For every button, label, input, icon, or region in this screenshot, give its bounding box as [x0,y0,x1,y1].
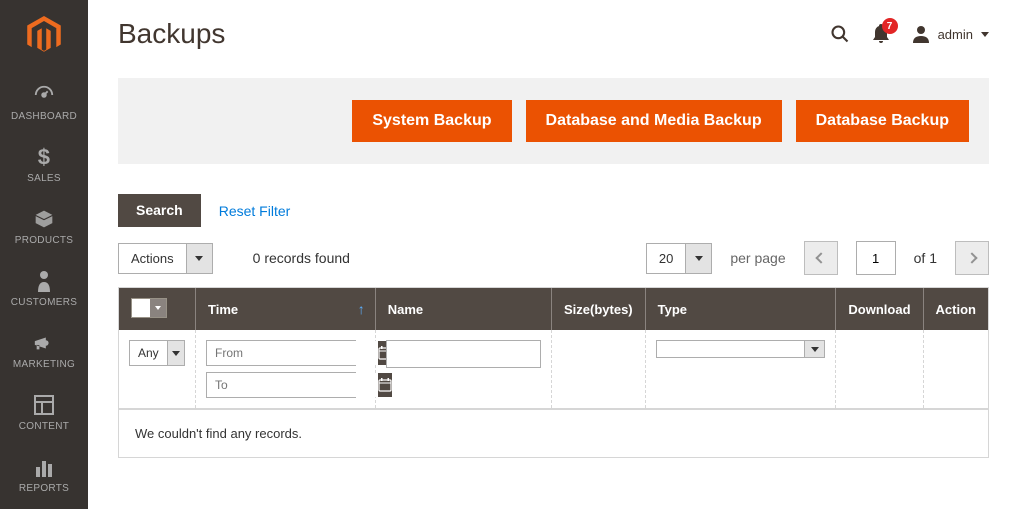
dollar-icon: $ [37,145,51,169]
checkbox-icon [132,299,150,317]
page-title: Backups [118,18,225,50]
col-action-header: Action [923,288,988,330]
calendar-button[interactable] [378,373,392,397]
filter-time-to [206,372,356,398]
db-media-backup-button[interactable]: Database and Media Backup [526,100,782,142]
header-label: Download [848,302,910,317]
chevron-down-icon [811,347,819,352]
from-date-input[interactable] [207,341,378,365]
nav-label: CUSTOMERS [11,297,77,308]
svg-text:$: $ [38,146,51,168]
page-input[interactable] [856,241,896,275]
nav-label: PRODUCTS [15,235,74,246]
header-label: Type [658,302,687,317]
nav-sales[interactable]: $ SALES [0,132,88,194]
sort-asc-icon: ↑ [358,301,365,317]
next-page-button[interactable] [955,241,989,275]
primary-actions-bar: System Backup Database and Media Backup … [118,78,989,164]
filter-row: Any [119,330,988,409]
filter-bar: Search Reset Filter [118,194,989,227]
person-icon [36,269,52,293]
col-size-header[interactable]: Size(bytes) [552,288,646,330]
toolbar-right: 20 per page of 1 [646,241,989,275]
select-all-dropdown[interactable] [131,298,167,318]
db-backup-button[interactable]: Database Backup [796,100,969,142]
dropdown-toggle [167,341,184,365]
system-backup-button[interactable]: System Backup [352,100,511,142]
chevron-down-icon [155,306,161,310]
search-icon [830,24,850,44]
caret-down-icon [981,32,989,37]
nav-marketing[interactable]: MARKETING [0,318,88,380]
dropdown-toggle [685,244,711,273]
nav-reports[interactable]: REPORTS [0,442,88,504]
col-download-header: Download [836,288,923,330]
nav-content[interactable]: CONTENT [0,380,88,442]
dropdown-toggle [150,299,166,317]
header-actions: 7 admin [830,24,989,44]
nav-customers[interactable]: CUSTOMERS [0,256,88,318]
nav-label: CONTENT [19,421,69,432]
col-name-header[interactable]: Name [375,288,551,330]
nav-label: SALES [27,173,61,184]
grid-toolbar: Actions 0 records found 20 per page of 1 [118,241,989,275]
notification-badge: 7 [882,18,898,34]
filter-checkbox-select[interactable]: Any [129,340,185,366]
page-size-value: 20 [647,244,685,273]
reset-filter-link[interactable]: Reset Filter [219,203,291,219]
chevron-down-icon [695,256,703,261]
dropdown-toggle [186,244,212,273]
filter-type-select[interactable] [656,340,826,358]
filter-name-input[interactable] [386,340,541,368]
layout-icon [34,393,54,417]
nav-label: MARKETING [13,359,75,370]
user-icon [912,25,930,43]
per-page-label: per page [730,250,785,266]
header-label: Name [388,302,423,317]
nav-products[interactable]: PRODUCTS [0,194,88,256]
actions-dropdown[interactable]: Actions [118,243,213,274]
backups-table: Time ↑ Name Size(bytes) Type Download Ac… [118,287,989,458]
col-time-header[interactable]: Time ↑ [196,288,376,330]
page-header: Backups 7 admin [118,0,989,78]
chart-icon [34,455,54,479]
nav-label: REPORTS [19,483,69,494]
header-label: Size(bytes) [564,302,633,317]
nav-label: DASHBOARD [11,111,77,122]
sidebar: DASHBOARD $ SALES PRODUCTS CUSTOMERS MAR… [0,0,88,509]
search-button[interactable]: Search [118,194,201,227]
filter-any-label: Any [130,341,167,365]
toolbar-left: Actions 0 records found [118,243,350,274]
chevron-left-icon [815,252,826,263]
header-label: Time [208,302,238,317]
header-label: Action [936,302,976,317]
prev-page-button[interactable] [804,241,838,275]
username: admin [938,27,973,42]
gauge-icon [33,83,55,107]
box-icon [34,207,54,231]
page-size-select[interactable]: 20 [646,243,712,274]
chevron-down-icon [172,351,180,356]
calendar-icon [378,378,392,392]
records-count: 0 records found [253,250,350,266]
user-menu[interactable]: admin [912,25,989,43]
col-checkbox [119,288,196,330]
empty-message: We couldn't find any records. [119,409,988,457]
total-pages: of 1 [914,250,937,266]
magento-logo-icon [27,16,61,54]
col-type-header[interactable]: Type [645,288,836,330]
megaphone-icon [33,331,55,355]
chevron-down-icon [195,256,203,261]
dropdown-toggle [804,341,824,357]
type-value [657,341,805,357]
search-button[interactable] [830,24,850,44]
chevron-right-icon [966,252,977,263]
actions-label: Actions [119,244,186,273]
filter-time-from [206,340,356,366]
logo[interactable] [0,0,88,70]
main-content: Backups 7 admin System Backup Database a… [88,0,1019,509]
notifications-button[interactable]: 7 [872,24,890,44]
to-date-input[interactable] [207,373,378,397]
nav-dashboard[interactable]: DASHBOARD [0,70,88,132]
